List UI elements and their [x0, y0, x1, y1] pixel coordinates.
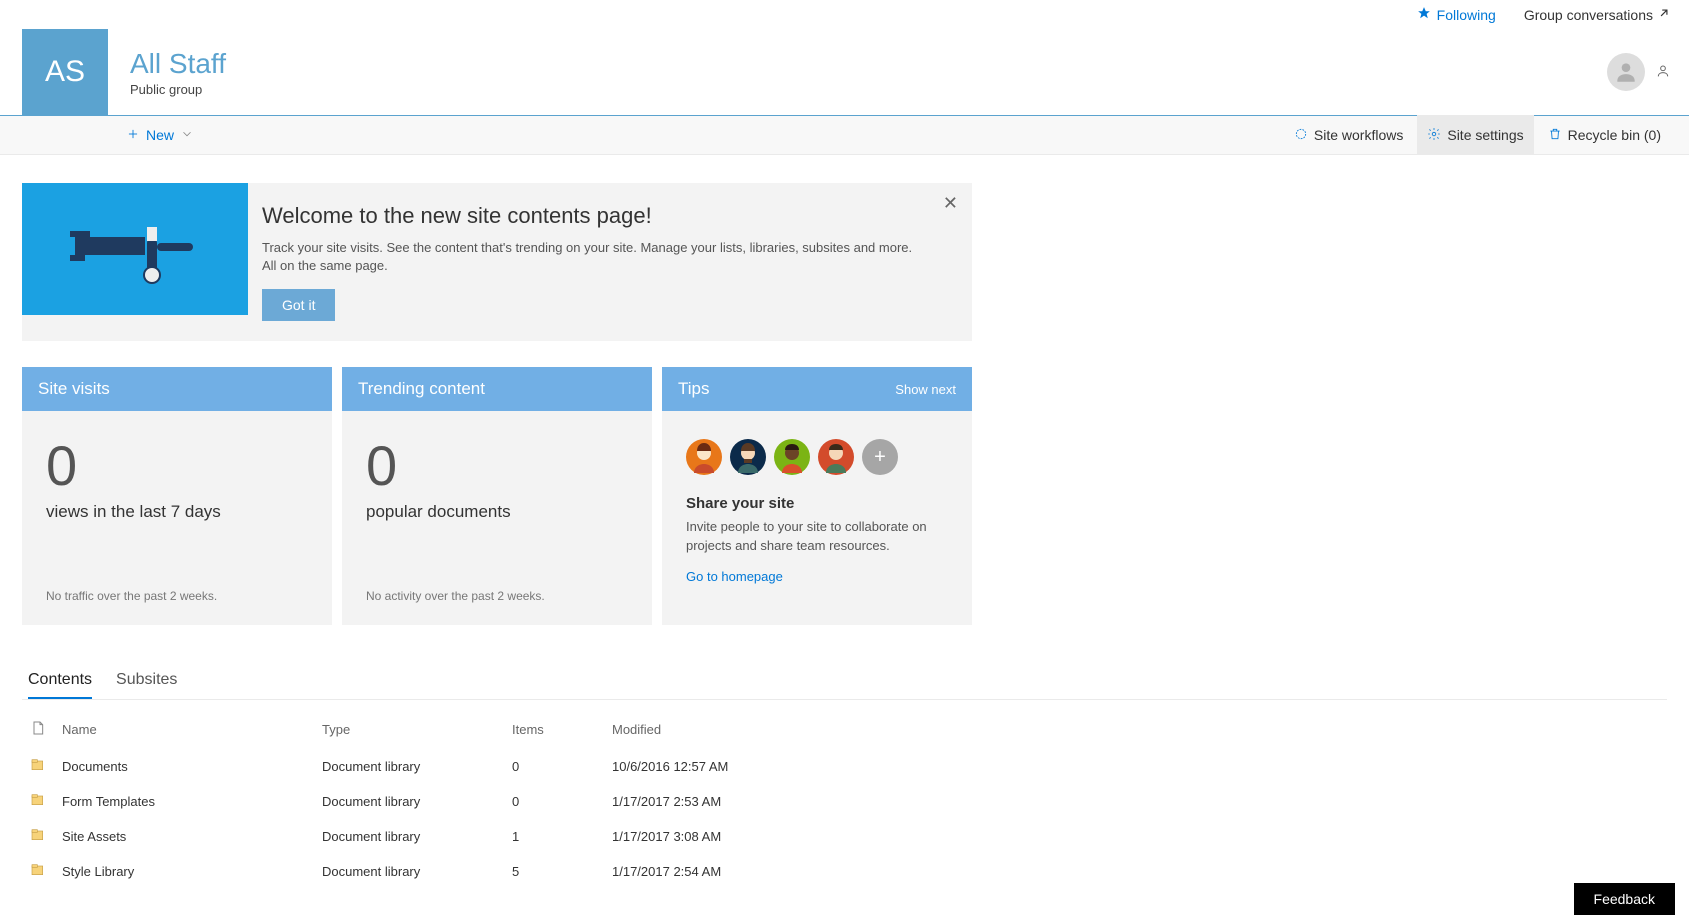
library-icon — [30, 831, 46, 846]
trending-card: Trending content 0 popular documents No … — [342, 367, 652, 625]
tip-avatar-3 — [774, 439, 810, 475]
trending-value: 0 — [366, 433, 628, 498]
row-items: 0 — [504, 784, 604, 819]
col-modified[interactable]: Modified — [604, 710, 1472, 749]
row-modified: 10/6/2016 12:57 AM — [604, 749, 1472, 784]
go-to-homepage-link[interactable]: Go to homepage — [686, 569, 948, 584]
library-icon — [30, 796, 46, 811]
members-icon[interactable] — [1655, 63, 1671, 82]
row-items: 0 — [504, 749, 604, 784]
table-row[interactable]: Site AssetsDocument library11/17/2017 3:… — [22, 819, 1472, 854]
library-icon — [30, 761, 46, 776]
tab-contents[interactable]: Contents — [28, 665, 92, 699]
feedback-button[interactable]: Feedback — [1574, 883, 1675, 915]
col-name[interactable]: Name — [54, 710, 314, 749]
tip-title: Share your site — [686, 495, 948, 512]
external-link-icon — [1657, 6, 1671, 23]
col-items[interactable]: Items — [504, 710, 604, 749]
welcome-title: Welcome to the new site contents page! — [262, 203, 922, 229]
site-visits-value: 0 — [46, 433, 308, 498]
row-modified: 1/17/2017 2:53 AM — [604, 784, 1472, 819]
row-items: 1 — [504, 819, 604, 854]
group-conversations-link[interactable]: Group conversations — [1524, 6, 1671, 23]
row-type: Document library — [314, 749, 504, 784]
row-modified: 1/17/2017 3:08 AM — [604, 819, 1472, 854]
site-visits-header: Site visits — [22, 367, 332, 411]
row-type: Document library — [314, 819, 504, 854]
got-it-button[interactable]: Got it — [262, 289, 335, 321]
plus-icon — [126, 127, 140, 144]
close-icon: ✕ — [943, 193, 958, 213]
library-icon — [30, 866, 46, 881]
site-workflows-button[interactable]: Site workflows — [1284, 115, 1413, 155]
new-button[interactable]: New — [126, 127, 194, 144]
user-avatar[interactable] — [1607, 53, 1645, 91]
tip-avatar-4 — [818, 439, 854, 475]
gear-icon — [1427, 127, 1441, 144]
site-visits-card: Site visits 0 views in the last 7 days N… — [22, 367, 332, 625]
new-label: New — [146, 127, 174, 143]
trending-header: Trending content — [342, 367, 652, 411]
welcome-banner: Welcome to the new site contents page! T… — [22, 183, 972, 341]
site-visits-footnote: No traffic over the past 2 weeks. — [46, 589, 308, 603]
welcome-illustration — [22, 183, 248, 315]
table-row[interactable]: Style LibraryDocument library51/17/2017 … — [22, 854, 1472, 889]
trending-footnote: No activity over the past 2 weeks. — [366, 589, 628, 603]
file-icon — [30, 724, 46, 739]
tip-avatar-2 — [730, 439, 766, 475]
table-row[interactable]: DocumentsDocument library010/6/2016 12:5… — [22, 749, 1472, 784]
contents-table: Name Type Items Modified DocumentsDocume… — [22, 710, 1472, 889]
trash-icon — [1548, 127, 1562, 144]
row-type: Document library — [314, 784, 504, 819]
group-conversations-label: Group conversations — [1524, 7, 1653, 23]
following-label: Following — [1437, 7, 1496, 23]
tips-card: Tips Show next — [662, 367, 972, 625]
recycle-bin-label: Recycle bin (0) — [1568, 127, 1661, 143]
row-items: 5 — [504, 854, 604, 889]
site-title[interactable]: All Staff — [130, 48, 226, 80]
show-next-button[interactable]: Show next — [895, 382, 956, 397]
row-name: Form Templates — [54, 784, 314, 819]
site-settings-button[interactable]: Site settings — [1417, 115, 1533, 155]
trending-label: popular documents — [366, 502, 628, 522]
following-link[interactable]: Following — [1417, 6, 1496, 23]
row-modified: 1/17/2017 2:54 AM — [604, 854, 1472, 889]
row-type: Document library — [314, 854, 504, 889]
site-logo[interactable]: AS — [22, 29, 108, 115]
star-icon — [1417, 6, 1431, 23]
close-welcome-button[interactable]: ✕ — [943, 193, 958, 214]
col-type[interactable]: Type — [314, 710, 504, 749]
site-settings-label: Site settings — [1447, 127, 1523, 143]
plus-icon: + — [874, 446, 886, 469]
site-workflows-label: Site workflows — [1314, 127, 1403, 143]
tips-header: Tips — [678, 379, 710, 399]
row-name: Documents — [54, 749, 314, 784]
tab-subsites[interactable]: Subsites — [116, 665, 177, 699]
table-row[interactable]: Form TemplatesDocument library01/17/2017… — [22, 784, 1472, 819]
row-name: Style Library — [54, 854, 314, 889]
site-visits-label: views in the last 7 days — [46, 502, 308, 522]
workflow-icon — [1294, 127, 1308, 144]
welcome-body: Track your site visits. See the content … — [262, 239, 922, 275]
chevron-down-icon — [180, 127, 194, 144]
add-people-button[interactable]: + — [862, 439, 898, 475]
tip-desc: Invite people to your site to collaborat… — [686, 518, 948, 554]
row-name: Site Assets — [54, 819, 314, 854]
tip-avatar-1 — [686, 439, 722, 475]
site-logo-text: AS — [45, 55, 85, 89]
site-subtitle: Public group — [130, 82, 226, 97]
recycle-bin-button[interactable]: Recycle bin (0) — [1538, 115, 1671, 155]
